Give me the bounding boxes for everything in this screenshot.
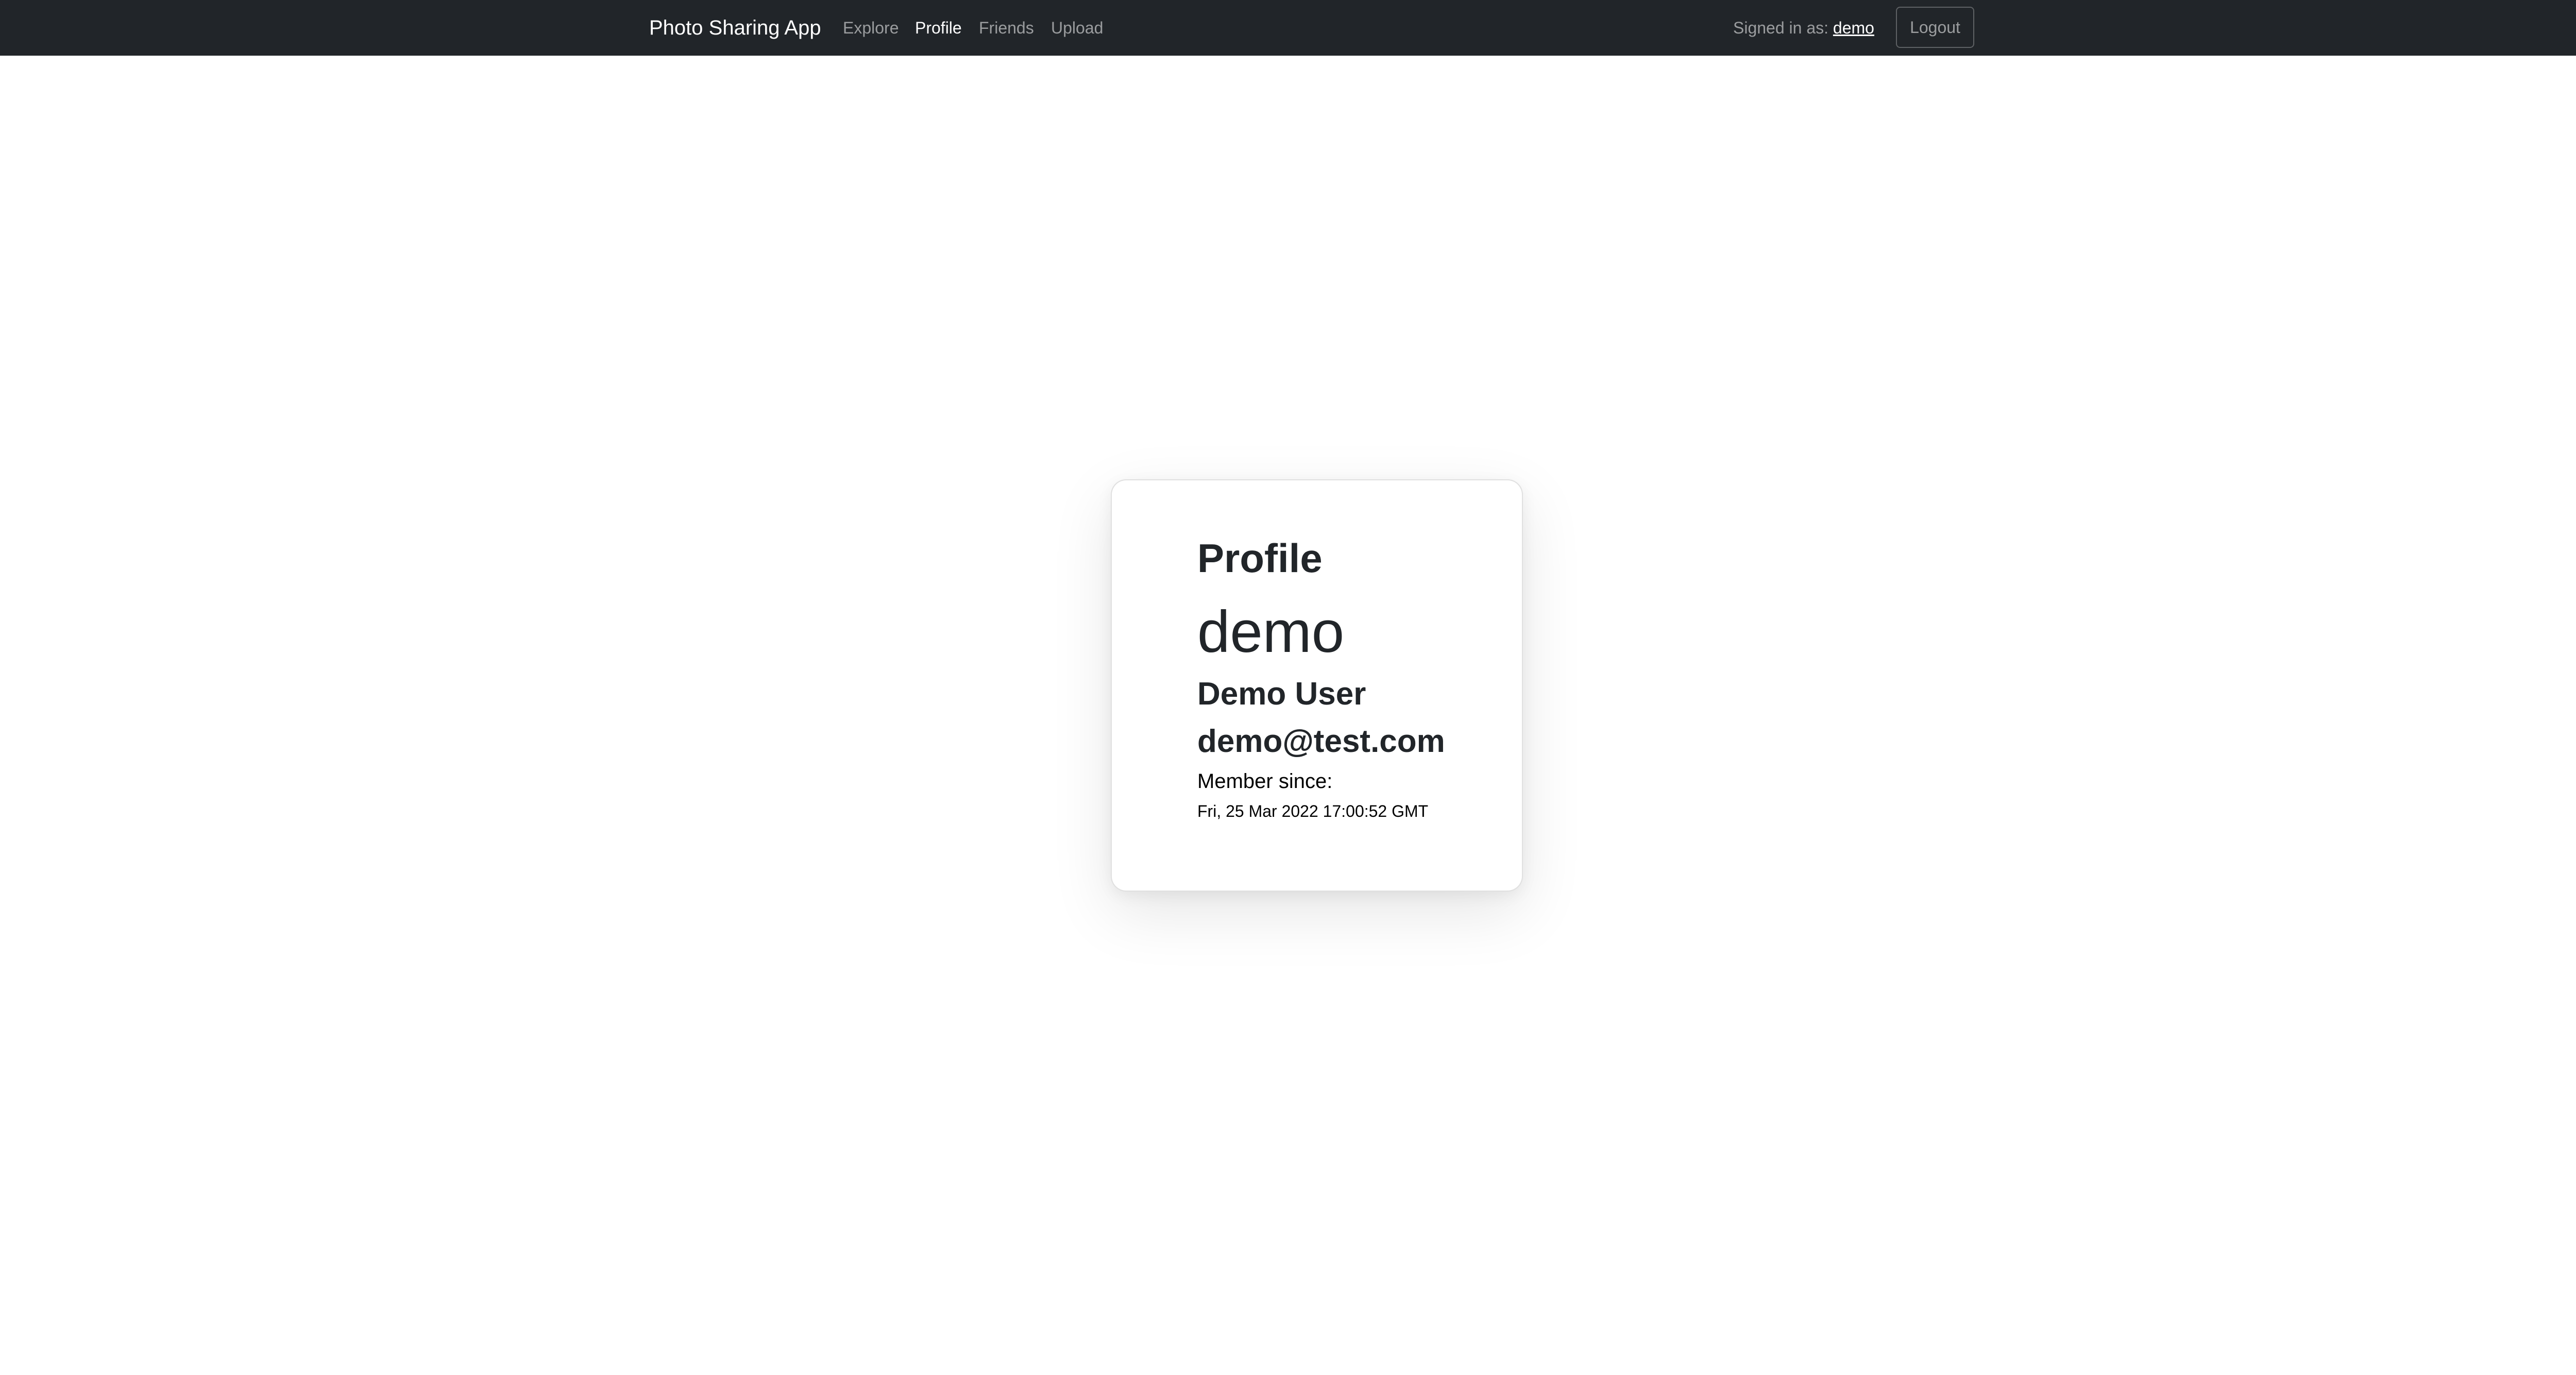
- member-since-date: Fri, 25 Mar 2022 17:00:52 GMT: [1197, 802, 1429, 820]
- profile-heading: Profile: [1197, 535, 1323, 581]
- navbar-container: Photo Sharing App Explore Profile Friend…: [649, 0, 1975, 56]
- top-navbar: Photo Sharing App Explore Profile Friend…: [0, 0, 2576, 56]
- logout-button[interactable]: Logout: [1896, 7, 1974, 48]
- nav-link-upload[interactable]: Upload: [1051, 0, 1103, 56]
- nav-link-friends[interactable]: Friends: [979, 0, 1034, 56]
- nav-link-explore[interactable]: Explore: [843, 0, 899, 56]
- profile-full-name: Demo User: [1197, 676, 1366, 712]
- signed-in-prefix: Signed in as:: [1733, 19, 1829, 37]
- profile-card: Profile demo Demo User demo@test.com Mem…: [1111, 479, 1523, 892]
- app-brand-link[interactable]: Photo Sharing App: [649, 0, 821, 56]
- member-since-label: Member since:: [1197, 770, 1333, 793]
- signed-in-status: Signed in as: demo: [1733, 0, 1874, 56]
- profile-email: demo@test.com: [1197, 724, 1445, 759]
- profile-username: demo: [1197, 599, 1345, 665]
- nav-link-profile[interactable]: Profile: [915, 0, 962, 56]
- signed-in-user-link[interactable]: demo: [1833, 19, 1874, 37]
